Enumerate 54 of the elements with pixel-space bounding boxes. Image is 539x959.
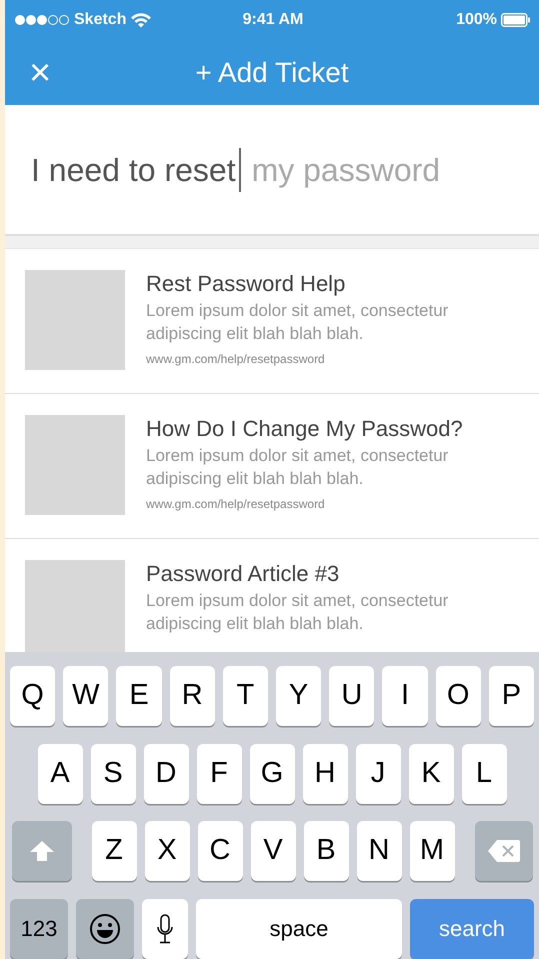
dictation-key[interactable] xyxy=(142,898,188,958)
microphone-icon xyxy=(156,914,174,944)
screen-title: + Add Ticket xyxy=(194,56,350,90)
keyboard-key[interactable]: A xyxy=(38,744,82,804)
space-key[interactable]: space xyxy=(196,898,402,958)
keyboard-key[interactable]: I xyxy=(382,666,428,726)
article-title: How Do I Change My Passwod? xyxy=(146,416,464,442)
keyboard-key[interactable]: W xyxy=(63,666,108,726)
keyboard-key[interactable]: H xyxy=(302,744,348,804)
numbers-key[interactable]: 123 xyxy=(10,898,68,958)
keyboard-key[interactable]: R xyxy=(170,666,215,726)
keyboard-key[interactable]: E xyxy=(116,666,162,726)
article-description: Lorem ipsum dolor sit amet, consectetur adipiscing elit blah blah blah. xyxy=(146,445,450,490)
keyboard-key[interactable]: S xyxy=(90,744,136,804)
keyboard-key[interactable]: Q xyxy=(10,666,56,726)
article-description: Lorem ipsum dolor sit amet, consectetur adipiscing elit blah blah blah. xyxy=(146,590,450,636)
typed-text: I need to reset xyxy=(31,150,236,190)
keyboard-key[interactable]: F xyxy=(196,744,242,804)
keyboard-key[interactable]: D xyxy=(144,744,188,804)
keyboard-key[interactable]: T xyxy=(222,666,268,726)
signal-strength-icon xyxy=(15,15,70,25)
keyboard-key[interactable]: Y xyxy=(276,666,322,726)
keyboard-key[interactable]: U xyxy=(329,666,374,726)
keyboard-key[interactable]: X xyxy=(144,821,190,881)
keyboard-key[interactable]: L xyxy=(462,744,506,804)
keyboard-key[interactable]: G xyxy=(250,744,294,804)
backspace-icon xyxy=(486,839,520,863)
keyboard-key[interactable]: C xyxy=(198,821,242,881)
emoji-key[interactable] xyxy=(76,898,134,958)
article-url: www.gm.com/help/resetpassword xyxy=(146,351,326,368)
keyboard-key[interactable]: Z xyxy=(92,821,136,881)
article-title: Password Article #3 xyxy=(146,561,340,588)
wifi-icon xyxy=(130,12,152,28)
suggestion-text: my password xyxy=(252,150,440,190)
battery-percent: 100% xyxy=(456,10,497,30)
keyboard-key[interactable]: K xyxy=(408,744,454,804)
article-row[interactable]: Rest Password Help Lorem ipsum dolor sit amet, consectetur adipiscing elit blah blah blah. www.gm.com/help/resetpassword xyxy=(5,249,539,394)
article-description: Lorem ipsum dolor sit amet, consectetur adipiscing elit blah blah blah. xyxy=(146,300,450,346)
article-row[interactable]: How Do I Change My Passwod? Lorem ipsum dolor sit amet, consectetur adipiscing elit blah blah blah. www.gm.com/help/resetpassword xyxy=(5,394,539,539)
keyboard-key[interactable]: B xyxy=(304,821,348,881)
text-cursor xyxy=(238,148,241,192)
shift-icon xyxy=(28,839,56,863)
status-time: 9:41 AM xyxy=(242,10,304,30)
article-title: Rest Password Help xyxy=(146,271,346,298)
keyboard-key[interactable]: N xyxy=(356,821,402,881)
battery-icon xyxy=(501,13,531,27)
keyboard-key[interactable]: P xyxy=(488,666,534,726)
keyboard-key[interactable]: J xyxy=(356,744,400,804)
keyboard-key[interactable]: V xyxy=(250,821,296,881)
article-url: www.gm.com/help/resetpassword xyxy=(146,496,326,514)
carrier-name: Sketch xyxy=(74,10,126,30)
keyboard-key[interactable]: O xyxy=(436,666,481,726)
keyboard-key[interactable]: M xyxy=(410,821,454,881)
smiley-icon xyxy=(89,912,121,944)
